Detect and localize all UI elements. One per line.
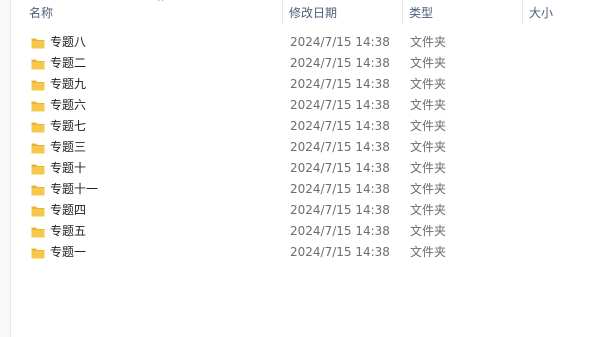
file-type: 文件夹 bbox=[410, 35, 447, 49]
folder-icon bbox=[31, 101, 45, 112]
file-name: 专题五 bbox=[50, 224, 87, 238]
folder-icon bbox=[31, 248, 45, 259]
file-type: 文件夹 bbox=[410, 182, 447, 196]
file-date-modified: 2024/7/15 14:38 bbox=[290, 203, 390, 217]
file-name: 专题四 bbox=[50, 203, 87, 217]
column-header-bar: 名称 ^ 修改日期 类型 大小 bbox=[11, 0, 599, 27]
file-type: 文件夹 bbox=[410, 224, 447, 238]
file-type: 文件夹 bbox=[410, 98, 447, 112]
folder-icon bbox=[31, 206, 45, 217]
file-row[interactable]: 专题四 2024/7/15 14:38 文件夹 bbox=[11, 200, 599, 221]
file-name: 专题三 bbox=[50, 140, 87, 154]
column-header-name-label: 名称 bbox=[29, 6, 54, 20]
column-header-size-label: 大小 bbox=[529, 6, 554, 20]
file-name: 专题十一 bbox=[50, 182, 99, 196]
folder-icon bbox=[31, 164, 45, 175]
file-row[interactable]: 专题十一 2024/7/15 14:38 文件夹 bbox=[11, 179, 599, 200]
file-type: 文件夹 bbox=[410, 245, 447, 259]
file-type: 文件夹 bbox=[410, 140, 447, 154]
file-name: 专题十 bbox=[50, 161, 87, 175]
folder-icon bbox=[31, 122, 45, 133]
folder-icon bbox=[31, 227, 45, 238]
file-row[interactable]: 专题五 2024/7/15 14:38 文件夹 bbox=[11, 221, 599, 242]
file-row[interactable]: 专题六 2024/7/15 14:38 文件夹 bbox=[11, 95, 599, 116]
column-header-type-label: 类型 bbox=[409, 6, 434, 20]
file-type: 文件夹 bbox=[410, 77, 447, 91]
file-row[interactable]: 专题九 2024/7/15 14:38 文件夹 bbox=[11, 74, 599, 95]
folder-icon bbox=[31, 143, 45, 154]
sort-ascending-icon: ^ bbox=[157, 0, 165, 8]
file-type: 文件夹 bbox=[410, 203, 447, 217]
folder-icon bbox=[31, 38, 45, 49]
file-row[interactable]: 专题二 2024/7/15 14:38 文件夹 bbox=[11, 53, 599, 74]
column-header-date-label: 修改日期 bbox=[289, 6, 338, 20]
file-row[interactable]: 专题一 2024/7/15 14:38 文件夹 bbox=[11, 242, 599, 263]
file-row[interactable]: 专题七 2024/7/15 14:38 文件夹 bbox=[11, 116, 599, 137]
file-row[interactable]: 专题十 2024/7/15 14:38 文件夹 bbox=[11, 158, 599, 179]
navigation-pane-edge bbox=[0, 0, 11, 337]
file-name: 专题一 bbox=[50, 245, 87, 259]
file-name: 专题七 bbox=[50, 119, 87, 133]
file-date-modified: 2024/7/15 14:38 bbox=[290, 98, 390, 112]
file-date-modified: 2024/7/15 14:38 bbox=[290, 119, 390, 133]
file-type: 文件夹 bbox=[410, 56, 447, 70]
file-date-modified: 2024/7/15 14:38 bbox=[290, 56, 390, 70]
file-name: 专题六 bbox=[50, 98, 87, 112]
folder-icon bbox=[31, 185, 45, 196]
file-date-modified: 2024/7/15 14:38 bbox=[290, 224, 390, 238]
file-type: 文件夹 bbox=[410, 161, 447, 175]
file-name: 专题二 bbox=[50, 56, 87, 70]
file-name: 专题九 bbox=[50, 77, 87, 91]
file-date-modified: 2024/7/15 14:38 bbox=[290, 161, 390, 175]
column-header-size[interactable]: 大小 bbox=[523, 0, 599, 27]
column-header-type[interactable]: 类型 bbox=[403, 0, 523, 27]
file-date-modified: 2024/7/15 14:38 bbox=[290, 140, 390, 154]
file-list: 专题八 2024/7/15 14:38 文件夹 专题二 2024/7/15 14:38 文… bbox=[11, 32, 599, 263]
column-header-date-modified[interactable]: 修改日期 bbox=[283, 0, 403, 27]
file-name: 专题八 bbox=[50, 35, 87, 49]
file-date-modified: 2024/7/15 14:38 bbox=[290, 182, 390, 196]
file-row[interactable]: 专题三 2024/7/15 14:38 文件夹 bbox=[11, 137, 599, 158]
file-date-modified: 2024/7/15 14:38 bbox=[290, 77, 390, 91]
folder-icon bbox=[31, 59, 45, 70]
file-date-modified: 2024/7/15 14:38 bbox=[290, 245, 390, 259]
folder-icon bbox=[31, 80, 45, 91]
file-row[interactable]: 专题八 2024/7/15 14:38 文件夹 bbox=[11, 32, 599, 53]
file-date-modified: 2024/7/15 14:38 bbox=[290, 35, 390, 49]
file-type: 文件夹 bbox=[410, 119, 447, 133]
